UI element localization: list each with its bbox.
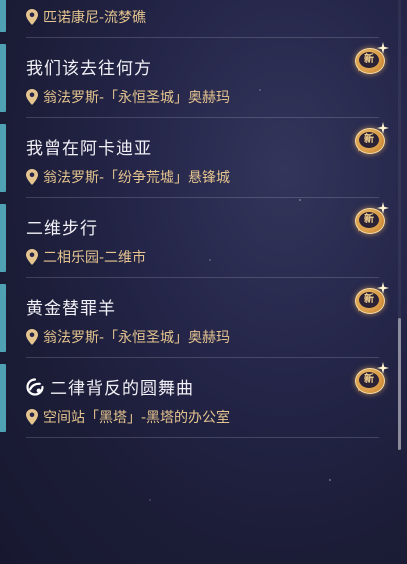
quest-location: 翁法罗斯-「纷争荒墟」悬锋城 <box>26 167 230 187</box>
new-badge-icon: 新 <box>353 362 389 394</box>
quest-item[interactable]: 二律背反的圆舞曲 空间站「黑塔」-黑塔的办公室 新 <box>0 358 407 438</box>
quest-title: 黄金替罪羊 <box>26 299 116 319</box>
quest-accent-bar <box>0 44 6 112</box>
quest-item[interactable]: 我们该去往何方 翁法罗斯-「永恒圣城」奥赫玛 新 <box>0 38 407 118</box>
map-pin-icon <box>26 249 38 265</box>
map-pin-icon <box>26 409 38 425</box>
map-pin-icon <box>26 329 38 345</box>
quest-accent-bar <box>0 364 6 432</box>
quest-item[interactable]: 二维步行 二相乐园-二维市 新 <box>0 198 407 278</box>
quest-location: 二相乐园-二维市 <box>26 247 146 267</box>
sparkle-icon <box>377 282 389 294</box>
map-pin-icon <box>26 169 38 185</box>
quest-item[interactable]: 我曾在阿卡迪亚 翁法罗斯-「纷争荒墟」悬锋城 新 <box>0 118 407 198</box>
sparkle-icon <box>377 122 389 134</box>
quest-list: 匹诺康尼-流梦礁 我们该去往何方 翁法罗斯-「永恒圣城」奥赫玛 新 我曾在阿卡迪… <box>0 0 407 438</box>
sparkle-icon <box>377 42 389 54</box>
quest-location: 翁法罗斯-「永恒圣城」奥赫玛 <box>26 87 230 107</box>
quest-title: 我曾在阿卡迪亚 <box>26 139 152 159</box>
new-badge-label: 新 <box>364 134 374 145</box>
new-badge-icon: 新 <box>353 202 389 234</box>
sparkle-icon <box>377 202 389 214</box>
quest-accent-bar <box>0 284 6 352</box>
divider <box>26 437 379 438</box>
quest-item[interactable]: 匹诺康尼-流梦礁 <box>0 0 407 38</box>
quest-type-icon <box>26 377 44 396</box>
quest-location: 翁法罗斯-「永恒圣城」奥赫玛 <box>26 327 230 347</box>
quest-location: 空间站「黑塔」-黑塔的办公室 <box>26 407 230 427</box>
quest-title: 二维步行 <box>26 219 98 239</box>
new-badge-label: 新 <box>364 294 374 305</box>
new-badge-icon: 新 <box>353 282 389 314</box>
quest-item[interactable]: 黄金替罪羊 翁法罗斯-「永恒圣城」奥赫玛 新 <box>0 278 407 358</box>
quest-accent-bar <box>0 204 6 272</box>
map-pin-icon <box>26 9 38 25</box>
scrollbar-thumb[interactable] <box>398 318 401 450</box>
quest-title: 二律背反的圆舞曲 <box>26 374 194 399</box>
quest-accent-bar <box>0 0 6 32</box>
quest-location: 匹诺康尼-流梦礁 <box>26 7 146 27</box>
quest-title: 我们该去往何方 <box>26 59 152 79</box>
map-pin-icon <box>26 89 38 105</box>
new-badge-label: 新 <box>364 214 374 225</box>
new-badge-label: 新 <box>364 374 374 385</box>
sparkle-icon <box>377 362 389 374</box>
quest-accent-bar <box>0 124 6 192</box>
new-badge-icon: 新 <box>353 42 389 74</box>
new-badge-label: 新 <box>364 54 374 65</box>
new-badge-icon: 新 <box>353 122 389 154</box>
